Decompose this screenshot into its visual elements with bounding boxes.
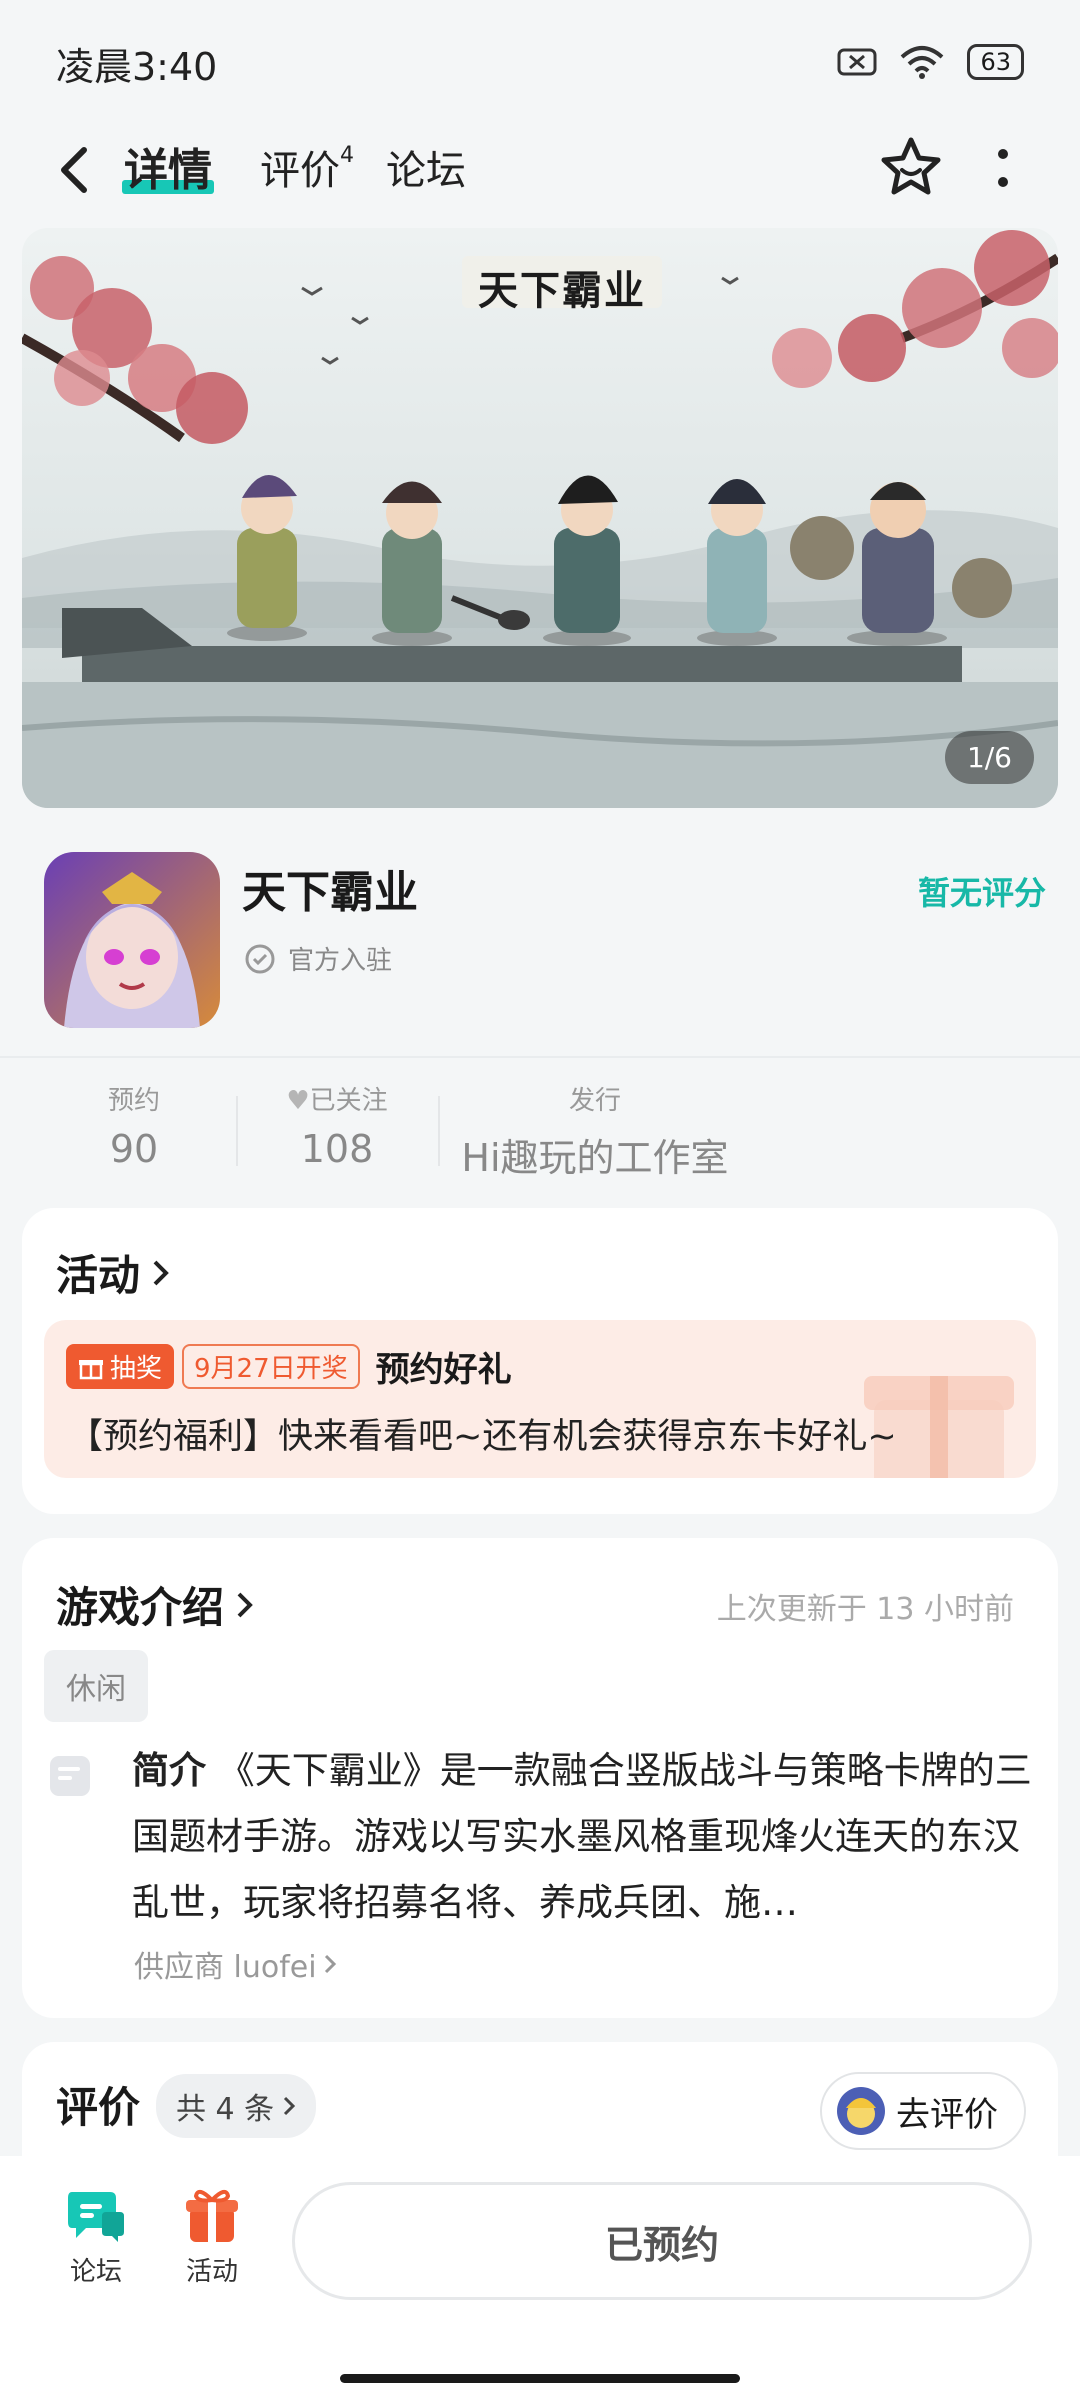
forum-shortcut[interactable]: 论坛 bbox=[56, 2186, 136, 2288]
chevron-right-icon bbox=[284, 2096, 296, 2116]
gift-icon bbox=[79, 1359, 103, 1379]
rating-status: 暂无评分 bbox=[917, 874, 1046, 912]
chevron-right-icon bbox=[324, 1954, 336, 1974]
game-intro-title[interactable]: 游戏介绍 bbox=[56, 1574, 256, 1635]
stat-divider bbox=[438, 1096, 440, 1166]
home-indicator[interactable] bbox=[340, 2374, 740, 2383]
activity-card: 活动 抽奖 9月27日开奖 预约好礼 【预约福利】快来看看吧~还有机会获得京东卡… bbox=[22, 1208, 1058, 1514]
battery-indicator: 63 bbox=[967, 44, 1024, 80]
official-badge: 官方入驻 bbox=[244, 940, 392, 977]
intro-note-icon bbox=[50, 1756, 90, 1796]
write-review-button[interactable]: 去评价 bbox=[820, 2072, 1026, 2150]
lottery-badge: 抽奖 bbox=[66, 1344, 175, 1389]
game-intro-card: 游戏介绍 上次更新于 13 小时前 休闲 简介 《天下霸业》是一款融合竖版战斗与… bbox=[22, 1538, 1058, 2018]
intro-text[interactable]: 简介 《天下霸业》是一款融合竖版战斗与策略卡牌的三国题材手游。游戏以写实水墨风格… bbox=[132, 1738, 1032, 1936]
tab-reviews[interactable]: 评价4 bbox=[260, 138, 354, 196]
supplier-link[interactable]: 供应商 luofei bbox=[134, 1942, 337, 1986]
divider bbox=[0, 1056, 1080, 1058]
activity-title[interactable]: 活动 bbox=[56, 1242, 172, 1303]
status-time: 凌晨3:40 bbox=[56, 45, 218, 89]
sim-off-icon bbox=[837, 48, 877, 76]
chevron-right-icon bbox=[153, 1260, 169, 1285]
heart-icon: ♥ bbox=[286, 1086, 310, 1116]
stat-publisher[interactable]: 发行 Hi趣玩的工作室 bbox=[460, 1080, 730, 1182]
genre-tag[interactable]: 休闲 bbox=[44, 1650, 148, 1722]
reviews-count-chip[interactable]: 共 4 条 bbox=[156, 2074, 317, 2138]
back-arrow-icon[interactable] bbox=[46, 140, 106, 200]
last-updated: 上次更新于 13 小时前 bbox=[716, 1592, 1014, 1627]
app-icon bbox=[44, 852, 220, 1028]
activity-description: 【预约福利】快来看看吧~还有机会获得京东卡好礼~ bbox=[68, 1417, 897, 1457]
bottom-action-bar: 论坛 活动 已预约 bbox=[0, 2156, 1080, 2400]
favorite-star-icon[interactable] bbox=[878, 134, 944, 200]
check-circle-icon bbox=[245, 944, 275, 973]
banner-game-logo: 天下霸业 bbox=[478, 268, 646, 314]
reviews-title: 评价 bbox=[56, 2083, 141, 2132]
app-name: 天下霸业 bbox=[242, 867, 418, 918]
stat-divider bbox=[236, 1096, 238, 1166]
official-label: 官方入驻 bbox=[288, 946, 393, 976]
draw-date-badge: 9月27日开奖 bbox=[182, 1344, 360, 1389]
more-options-icon[interactable] bbox=[990, 144, 1016, 194]
stat-followers[interactable]: ♥已关注 108 bbox=[262, 1080, 412, 1171]
chevron-right-icon bbox=[237, 1592, 253, 1617]
tab-forum[interactable]: 论坛 bbox=[386, 138, 466, 196]
status-icons: 63 bbox=[837, 44, 1024, 80]
stat-reservations: 预约 90 bbox=[107, 1086, 160, 1171]
banner-carousel[interactable]: 天下霸业 1/6 bbox=[22, 228, 1058, 808]
tab-details[interactable]: 详情 bbox=[122, 134, 214, 198]
activity-item[interactable]: 抽奖 9月27日开奖 预约好礼 【预约福利】快来看看吧~还有机会获得京东卡好礼~ bbox=[44, 1320, 1036, 1478]
top-nav: 详情 评价4 论坛 bbox=[0, 120, 1080, 230]
tab-reviews-count: 4 bbox=[340, 143, 354, 168]
activity-headline: 预约好礼 bbox=[375, 1350, 512, 1390]
status-bar: 凌晨3:40 63 bbox=[0, 0, 1080, 120]
banner-page-indicator: 1/6 bbox=[944, 731, 1034, 784]
reserved-button[interactable]: 已预约 bbox=[292, 2182, 1032, 2300]
gift-icon bbox=[186, 2189, 238, 2242]
user-avatar bbox=[837, 2087, 885, 2135]
activity-shortcut[interactable]: 活动 bbox=[172, 2186, 252, 2288]
wifi-icon bbox=[901, 46, 944, 79]
chat-bubbles-icon bbox=[68, 2192, 124, 2242]
